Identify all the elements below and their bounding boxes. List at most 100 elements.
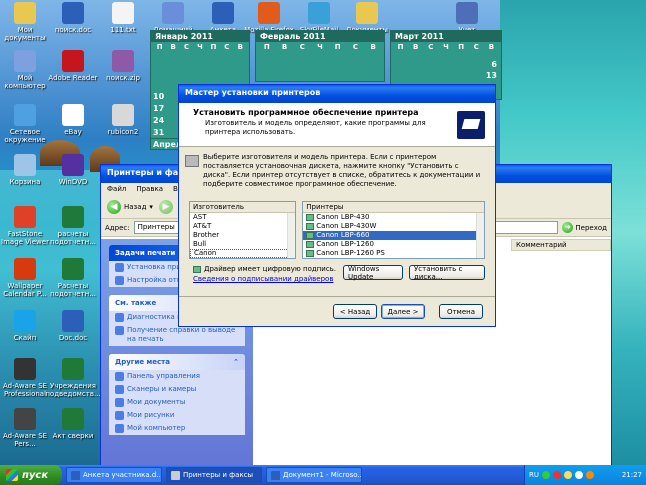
list-item[interactable]: AT&T <box>190 222 295 231</box>
text-file-icon <box>112 2 134 24</box>
pictures-icon <box>115 411 124 420</box>
image-viewer-icon <box>14 206 36 228</box>
link-my-documents[interactable]: Мои документы <box>109 396 245 409</box>
system-tray: RU 21:27 <box>524 465 646 485</box>
skype-icon <box>14 310 36 332</box>
printers-header: Принтеры <box>303 202 484 213</box>
mail-icon <box>308 2 330 24</box>
list-item-selected[interactable]: Canon LBP-660 <box>303 231 484 240</box>
printer-add-icon <box>115 263 124 272</box>
start-button[interactable]: пуск <box>0 465 62 485</box>
next-button[interactable]: Далее > <box>381 304 425 319</box>
menu-file[interactable]: Файл <box>107 185 126 193</box>
link-scanners[interactable]: Сканеры и камеры <box>109 383 245 396</box>
printer-driver-icon <box>306 241 315 248</box>
cancel-button[interactable]: Отмена <box>439 304 483 319</box>
list-item[interactable]: Bull <box>190 240 295 249</box>
printer-wizard-icon <box>457 111 485 139</box>
driver-signing-link[interactable]: Сведения о подписывании драйверов <box>193 275 337 283</box>
volume-tray-icon[interactable] <box>564 471 572 479</box>
app-icon <box>112 104 134 126</box>
word-doc-icon <box>62 2 84 24</box>
back-button[interactable]: ◀ Назад ▾ <box>107 199 153 214</box>
clock[interactable]: 21:27 <box>622 471 642 479</box>
word-doc-icon <box>212 2 234 24</box>
printer-icon <box>171 470 180 480</box>
have-disk-button[interactable]: Установить с диска... <box>409 265 485 281</box>
add-printer-wizard[interactable]: Мастер установки принтеров Установить пр… <box>178 84 496 327</box>
folder-icon <box>356 2 378 24</box>
archive-icon <box>112 50 134 72</box>
network-tray-icon[interactable] <box>542 471 550 479</box>
network-icon <box>14 104 36 126</box>
printers-list[interactable]: Принтеры Canon LBP-430 Canon LBP-430W Ca… <box>302 201 485 259</box>
antivirus-tray-icon[interactable] <box>553 471 561 479</box>
desktop-icon-search-zip[interactable]: поиск.zip <box>94 50 152 82</box>
printer-driver-icon <box>306 214 315 221</box>
scanner-icon <box>115 385 124 394</box>
wizard-titlebar[interactable]: Мастер установки принтеров <box>179 85 495 103</box>
calendar-days-col: 10 17 24 31 <box>153 92 165 137</box>
help-icon <box>115 326 124 335</box>
collapse-chevron-icon[interactable]: ⌃ <box>233 358 239 366</box>
taskbar-item-printers[interactable]: Принтеры и факсы <box>166 467 262 483</box>
list-item[interactable]: AST <box>190 213 295 222</box>
list-item[interactable]: Canon LBP-430 <box>303 213 484 222</box>
go-button[interactable]: ➜ Переход <box>562 222 607 233</box>
desktop-icon-akt[interactable]: Акт сверки <box>44 408 102 440</box>
list-item[interactable]: Brother <box>190 231 295 240</box>
taskbar-item-document1[interactable]: Документ1 - Microso... <box>266 467 362 483</box>
help-icon <box>115 313 124 322</box>
taskbar-item-anketa[interactable]: Анкета участника.d... <box>66 467 162 483</box>
taskbar: пуск Анкета участника.d... Принтеры и фа… <box>0 465 646 485</box>
link-my-computer[interactable]: Мой компьютер <box>109 422 245 435</box>
printer-icon <box>185 155 199 167</box>
desktop-icon-windvd[interactable]: WinDVD <box>44 154 102 186</box>
calendar-icon <box>14 258 36 280</box>
link-print-help[interactable]: Получение справки о выводе на печать <box>109 324 245 346</box>
calendar-february: Февраль 2011 ПВСЧПСВ <box>255 30 385 82</box>
desktop-icon-raschety1[interactable]: расчеты подотчетн... <box>44 206 102 246</box>
column-header-comment[interactable]: Комментарий <box>511 239 611 251</box>
firefox-icon <box>258 2 280 24</box>
printers-scrollbar[interactable] <box>476 213 484 258</box>
desktop-icon-doc[interactable]: Doc.doc <box>44 310 102 342</box>
excel-icon <box>62 258 84 280</box>
wizard-header: Установить программное обеспечение принт… <box>179 103 495 147</box>
desktop-icon-rubicon[interactable]: rubicon2 <box>94 104 152 136</box>
desktop-icon-raschety2[interactable]: Расчеты подотчетн... <box>44 258 102 298</box>
panel-other-places-header[interactable]: Другие места ⌃ <box>109 354 245 370</box>
computer-icon <box>162 2 184 24</box>
list-item-selected[interactable]: Canon <box>190 249 296 258</box>
wizard-heading: Установить программное обеспечение принт… <box>193 108 419 117</box>
manufacturer-list[interactable]: Изготовитель AST AT&T Brother Bull Canon <box>189 201 297 259</box>
link-control-panel[interactable]: Панель управления <box>109 370 245 383</box>
app-tray-icon[interactable] <box>586 471 594 479</box>
wizard-buttons: < Назад Далее > Отмена <box>179 296 495 326</box>
dvd-icon <box>62 154 84 176</box>
list-item[interactable]: Canon LBP-430W <box>303 222 484 231</box>
manufacturer-scrollbar[interactable] <box>287 213 296 258</box>
menu-edit[interactable]: Правка <box>136 185 163 193</box>
language-indicator[interactable]: RU <box>529 471 539 479</box>
computer-icon <box>14 50 36 72</box>
link-my-pictures[interactable]: Мои рисунки <box>109 409 245 422</box>
recycle-bin-icon <box>14 154 36 176</box>
forward-arrow-icon[interactable]: ▶ <box>158 199 173 214</box>
word-doc-icon <box>271 470 280 480</box>
wizard-lists: Изготовитель AST AT&T Brother Bull Canon… <box>179 201 495 259</box>
calendar-weekdays: ПВСЧПСВ <box>156 43 243 51</box>
back-button-wizard[interactable]: < Назад <box>333 304 377 319</box>
windows-logo-icon <box>6 469 18 481</box>
update-tray-icon[interactable] <box>575 471 583 479</box>
list-item[interactable]: Canon LBP-1260 PS <box>303 249 484 258</box>
wizard-subheading: Изготовитель и модель определяют, какие … <box>205 119 426 136</box>
list-item[interactable]: Canon LBP-1260 <box>303 240 484 249</box>
word-doc-icon <box>62 310 84 332</box>
windows-update-button[interactable]: Windows Update <box>343 265 403 281</box>
folder-icon <box>115 398 124 407</box>
printer-driver-icon <box>306 232 315 239</box>
desktop-icon-uchrezhdeniya[interactable]: Учреждения подведомств... <box>44 358 102 398</box>
driver-signed-text: Драйвер имеет цифровую подпись. <box>204 265 337 273</box>
excel-icon <box>62 408 84 430</box>
